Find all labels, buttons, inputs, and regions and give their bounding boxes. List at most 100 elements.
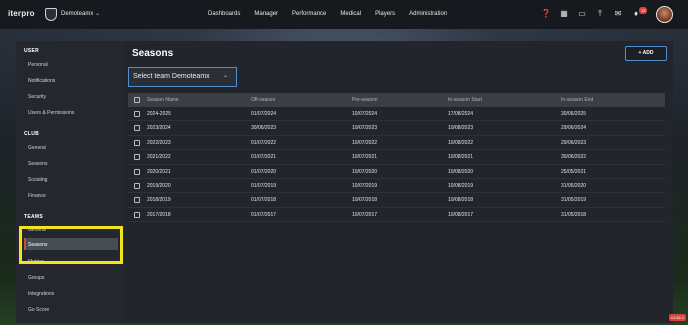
sidebar-item-integrations[interactable]: Integrations [28,291,54,297]
upload-icon[interactable]: ⤒ [595,9,605,19]
nav-players[interactable]: Players [375,11,395,17]
team-select-dropdown[interactable]: Select team Demoteamx ⌄ [128,67,237,87]
table-row[interactable]: 2019/2020 01/07/2019 10/07/2019 10/08/2019 3… [128,179,665,194]
cell-pre-season: 10/07/2018 [352,197,378,204]
team-switcher-label[interactable]: Demoteamx [61,11,93,17]
notification-count-badge: 13 [639,7,648,14]
chevron-down-icon[interactable]: ⌄ [95,10,100,17]
sidebar-heading-teams: TEAMS [24,214,43,220]
row-checkbox[interactable] [134,182,140,189]
cell-pre-season: 10/07/2017 [352,211,378,218]
cell-in-season-end: 25/05/2021 [561,168,587,175]
sidebar-item-users-permissions[interactable]: Users & Permissions [28,110,74,116]
table-row[interactable]: 2022/2023 01/07/2022 10/07/2022 10/08/2022 2… [128,136,665,151]
column-header-in-season-end[interactable]: In-season End [561,97,593,103]
cell-in-season-end: 30/06/2025 [561,111,587,117]
cell-off-season: 30/06/2023 [251,125,277,132]
cell-off-season: 01/07/2021 [251,154,277,161]
cell-in-season-end: 31/05/2019 [561,197,587,204]
sidebar-item-notifications[interactable]: Notifications [28,78,55,84]
cell-season-name: 2018/2019 [147,197,171,204]
top-navigation-bar: iterpro Demoteamx ⌄ Dashboards Manager P… [0,0,688,29]
row-checkbox[interactable] [134,125,140,132]
version-badge: v1.82.1 [669,314,687,321]
sidebar-heading-user: USER [24,48,40,54]
row-checkbox[interactable] [134,197,140,204]
cell-off-season: 01/07/2022 [251,139,277,146]
sidebar-item-go-score[interactable]: Go Score [28,307,49,313]
chat-icon[interactable]: ✉ [613,9,623,19]
table-row[interactable]: 2021/2022 01/07/2021 10/07/2021 10/08/2021 3… [128,150,665,165]
sidebar-heading-club: CLUB [24,131,40,137]
cell-pre-season: 10/07/2023 [352,125,378,132]
cell-in-season-end: 31/05/2018 [561,211,587,218]
nav-administration[interactable]: Administration [409,11,447,17]
cell-in-season-start: 10/08/2017 [448,211,474,218]
column-header-off-season[interactable]: Off-season [251,97,275,103]
add-season-button[interactable]: + ADD [625,46,667,61]
cell-in-season-end: 29/06/2024 [561,125,587,132]
cell-pre-season: 10/07/2021 [352,154,378,161]
cell-off-season: 01/07/2017 [251,211,277,218]
cell-in-season-end: 30/06/2022 [561,154,587,161]
seasons-panel: Seasons + ADD Select team Demoteamx ⌄ Se… [124,41,673,323]
cell-in-season-start: 10/08/2019 [448,182,474,189]
team-shield-icon[interactable] [45,8,57,21]
row-checkbox[interactable] [134,168,140,175]
cell-season-name: 2024-2025 [147,111,171,117]
help-icon[interactable]: ❓ [541,9,551,19]
sidebar-item-scouting[interactable]: Scouting [28,177,47,183]
cell-in-season-start: 10/08/2020 [448,168,474,175]
column-header-in-season-start[interactable]: In-season Start [448,97,482,103]
row-checkbox[interactable] [134,139,140,146]
seasons-table: Season Name Off-season Pre-season In-sea… [128,93,665,223]
nav-performance[interactable]: Performance [292,11,326,17]
cell-in-season-start: 10/08/2022 [448,139,474,146]
table-header: Season Name Off-season Pre-season In-sea… [128,93,665,107]
row-checkbox[interactable] [134,111,140,117]
sidebar-item-security[interactable]: Security [28,94,46,100]
cell-in-season-start: 17/08/2024 [448,111,474,117]
annotation-highlight-box [19,226,123,264]
settings-sidebar: USER Personal Notifications Security Use… [16,41,124,323]
cell-off-season: 01/07/2024 [251,111,277,117]
cell-in-season-start: 10/08/2018 [448,197,474,204]
table-row[interactable]: 2024-2025 01/07/2024 10/07/2024 17/08/2024 3… [128,107,665,122]
sidebar-item-club-general[interactable]: General [28,145,46,151]
folder-icon[interactable]: ▭ [577,9,587,19]
nav-manager[interactable]: Manager [254,11,278,17]
cell-off-season: 01/07/2020 [251,168,277,175]
table-row[interactable]: 2017/2018 01/07/2017 10/07/2017 10/08/2017 3… [128,208,665,223]
table-body: 2024-2025 01/07/2024 10/07/2024 17/08/2024 3… [128,107,665,223]
column-header-season-name[interactable]: Season Name [147,97,179,103]
cell-season-name: 2019/2020 [147,182,171,189]
table-row[interactable]: 2023/2024 30/06/2023 10/07/2023 10/08/2023 2… [128,121,665,136]
cell-in-season-end: 31/05/2020 [561,182,587,189]
calendar-icon[interactable]: ▦ [559,9,569,19]
user-avatar[interactable] [656,6,673,23]
nav-medical[interactable]: Medical [340,11,361,17]
table-row[interactable]: 2018/2019 01/07/2018 10/07/2018 10/08/2018 3… [128,193,665,208]
table-row[interactable]: 2020/2021 01/07/2020 10/07/2020 10/08/2020 2… [128,165,665,179]
cell-in-season-start: 10/08/2021 [448,154,474,161]
sidebar-item-groups[interactable]: Groups [28,275,44,281]
toolbar-icons: ❓ ▦ ▭ ⤒ ✉ ♦ [541,9,649,19]
cell-season-name: 2021/2022 [147,154,171,161]
column-header-pre-season[interactable]: Pre-season [352,97,378,103]
select-all-checkbox[interactable] [134,97,140,103]
cell-pre-season: 10/07/2020 [352,168,378,175]
app-logo[interactable]: iterpro [8,9,35,18]
nav-dashboards[interactable]: Dashboards [208,11,240,17]
cell-season-name: 2022/2023 [147,139,171,146]
sidebar-item-finance[interactable]: Finance [28,193,46,199]
sidebar-item-club-seasons[interactable]: Seasons [28,161,47,167]
cell-season-name: 2023/2024 [147,125,171,132]
main-nav: Dashboards Manager Performance Medical P… [208,11,461,17]
sidebar-item-personal[interactable]: Personal [28,62,48,68]
cell-off-season: 01/07/2018 [251,197,277,204]
row-checkbox[interactable] [134,154,140,161]
row-checkbox[interactable] [134,211,140,218]
cell-pre-season: 10/07/2019 [352,182,378,189]
cell-pre-season: 10/07/2022 [352,139,378,146]
cell-in-season-end: 29/06/2023 [561,139,587,146]
